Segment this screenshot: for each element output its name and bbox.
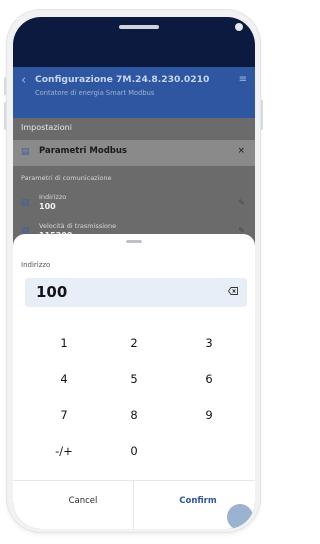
- key-2[interactable]: 2: [110, 332, 158, 354]
- row-value-address: 100: [39, 202, 56, 211]
- page-title: Configurazione 7M.24.8.230.0210: [35, 74, 210, 85]
- touch-indicator: [227, 504, 253, 529]
- edit-icon[interactable]: ✎: [238, 198, 245, 207]
- address-input[interactable]: 100: [25, 278, 247, 307]
- key-7[interactable]: 7: [40, 404, 88, 426]
- actions-separator: [133, 481, 134, 529]
- key-0[interactable]: 0: [110, 440, 158, 462]
- key-4[interactable]: 4: [40, 368, 88, 390]
- key-6[interactable]: 6: [185, 368, 233, 390]
- numeric-input-sheet: Indirizzo 100 1 2 3 4 5 6 7 8 9 -/+ 0 Ca…: [13, 234, 255, 529]
- key-5[interactable]: 5: [110, 368, 158, 390]
- status-bar: [13, 17, 255, 67]
- folder-icon: ▤: [21, 198, 30, 208]
- menu-icon[interactable]: ≡: [239, 74, 247, 85]
- page-subtitle: Contatore di energia Smart Modbus: [35, 89, 155, 97]
- key-1[interactable]: 1: [40, 332, 88, 354]
- confirm-button[interactable]: Confirm: [168, 490, 228, 512]
- actions-divider: [13, 480, 255, 481]
- section-title: Impostazioni: [21, 123, 72, 132]
- modbus-card[interactable]: ▤ Parametri Modbus ×: [13, 140, 255, 166]
- card-title: Parametri Modbus: [39, 146, 127, 156]
- key-9[interactable]: 9: [185, 404, 233, 426]
- row-label-baudrate: Velocità di trasmissione: [39, 222, 117, 230]
- cancel-button[interactable]: Cancel: [53, 490, 113, 512]
- back-arrow-icon[interactable]: ‹: [21, 73, 26, 88]
- row-label-address: Indirizzo: [39, 193, 67, 201]
- key-3[interactable]: 3: [185, 332, 233, 354]
- phone-screen: ‹ Configurazione 7M.24.8.230.0210 Contat…: [13, 17, 255, 529]
- sheet-drag-handle[interactable]: [126, 240, 142, 243]
- field-label: Indirizzo: [21, 261, 51, 269]
- backspace-icon[interactable]: [228, 287, 238, 295]
- front-camera: [235, 23, 243, 31]
- address-input-value: 100: [36, 283, 68, 301]
- key-sign[interactable]: -/+: [40, 440, 88, 462]
- app-header: ‹ Configurazione 7M.24.8.230.0210 Contat…: [13, 67, 255, 118]
- close-icon[interactable]: ×: [237, 146, 245, 156]
- folder-icon: ▤: [21, 147, 30, 157]
- group-title: Parametri di comunicazione: [21, 174, 112, 182]
- key-8[interactable]: 8: [110, 404, 158, 426]
- power-button: [260, 100, 263, 130]
- speaker-grille: [119, 25, 159, 29]
